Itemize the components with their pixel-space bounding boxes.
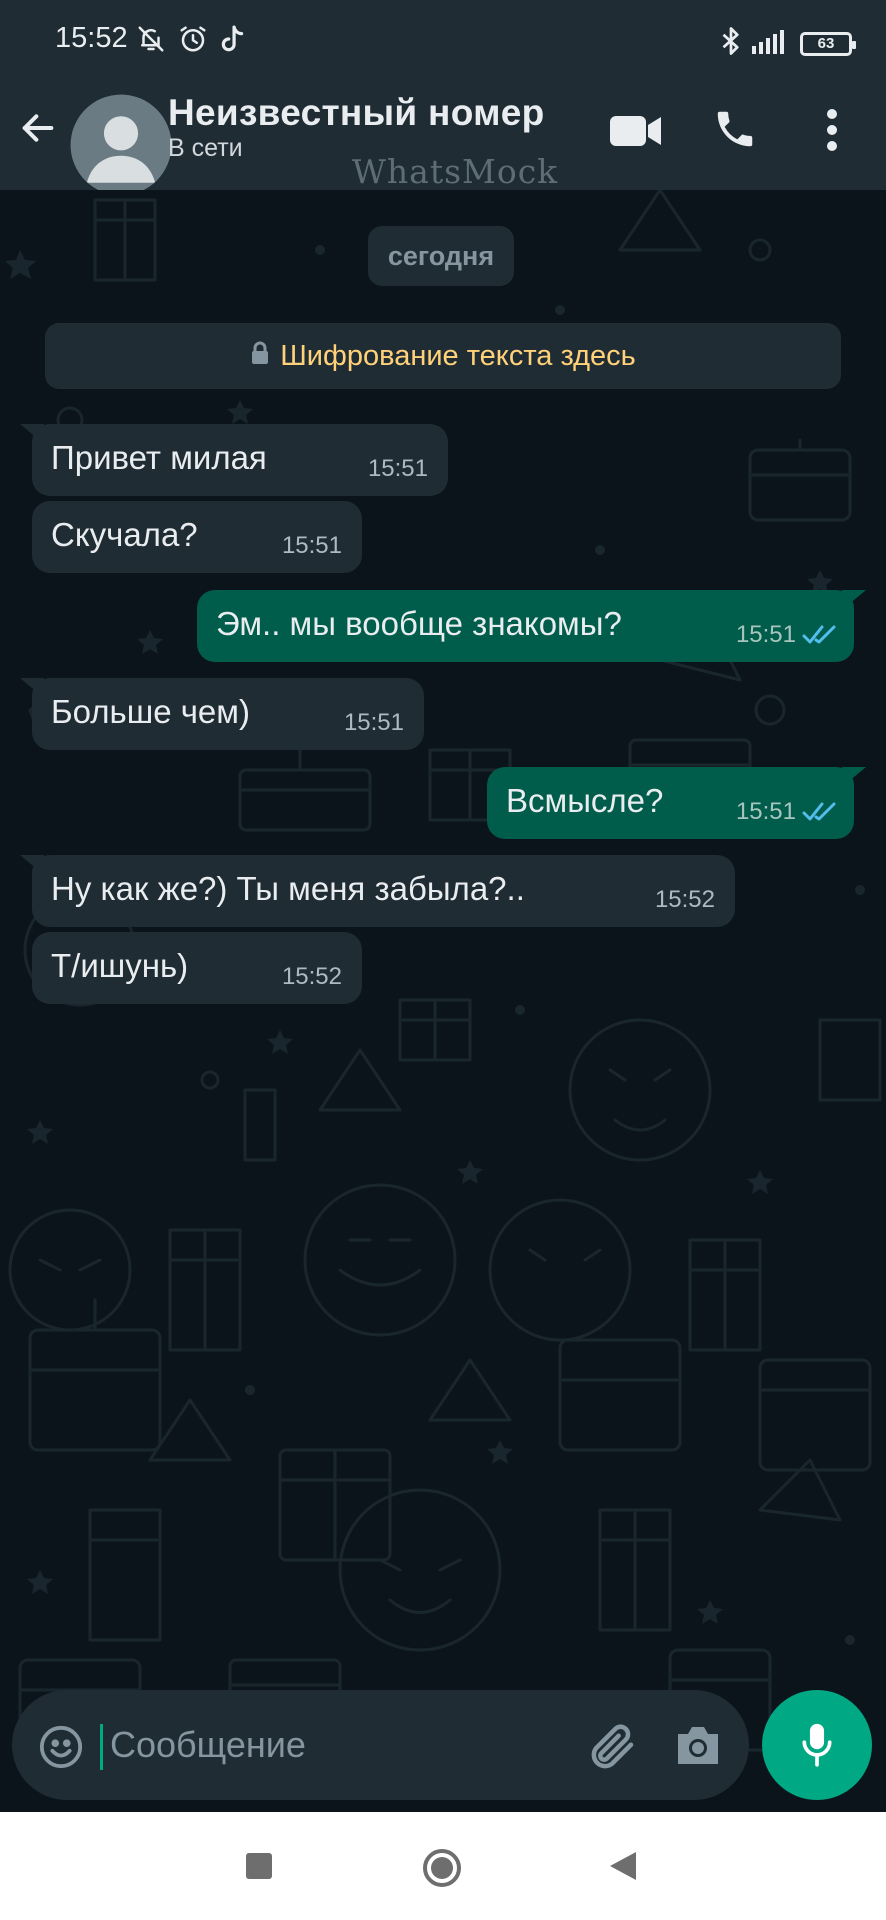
alarm-icon: [178, 24, 208, 59]
encryption-text: Шифрование текста здесь: [280, 339, 636, 372]
chat-header: Неизвестный номер В сети WhatsMock: [0, 78, 886, 196]
avatar[interactable]: [70, 94, 172, 196]
emoji-icon[interactable]: [38, 1724, 84, 1775]
attach-icon[interactable]: [586, 1720, 640, 1779]
message-time: 15:51: [735, 798, 796, 825]
lock-icon: [250, 340, 270, 373]
video-call-icon[interactable]: [608, 110, 664, 155]
message-time: 15:52: [654, 886, 715, 913]
message-text: Ну как же?) Ты меня забыла?..: [51, 870, 525, 907]
message-incoming[interactable]: Больше чем) 15:51: [20, 678, 424, 750]
read-ticks-icon: [802, 802, 836, 821]
battery-icon: 63: [800, 31, 856, 56]
contact-status: В сети: [168, 134, 243, 162]
message-time: 15:52: [281, 963, 342, 990]
message-text: Привет милая: [51, 439, 267, 476]
bubble-tail: [842, 767, 866, 787]
message-incoming[interactable]: Т/ишунь) 15:52: [32, 932, 362, 1004]
message-outgoing[interactable]: Эм.. мы вообще знакомы? 15:51: [197, 590, 866, 662]
message-text: Всмысле?: [506, 782, 664, 819]
home-icon[interactable]: [421, 1847, 463, 1894]
message-incoming[interactable]: Ну как же?) Ты меня забыла?.. 15:52: [20, 855, 735, 927]
message-input[interactable]: [98, 1712, 580, 1778]
message-text: Больше чем): [51, 693, 250, 730]
message-incoming[interactable]: Скучала? 15:51: [32, 501, 362, 573]
message-text: Скучала?: [51, 516, 198, 553]
watermark: WhatsMock: [352, 152, 559, 191]
signal-icon: [752, 28, 790, 59]
system-nav-bar: [0, 1812, 886, 1920]
bluetooth-icon: [720, 26, 742, 61]
message-time: 15:51: [735, 621, 796, 648]
bell-off-icon: [136, 24, 166, 59]
date-label: сегодня: [387, 240, 495, 271]
text-caret: [100, 1724, 103, 1770]
tiktok-icon: [220, 24, 246, 59]
bubble-tail: [842, 590, 866, 610]
message-incoming[interactable]: Привет милая 15:51: [20, 424, 448, 496]
battery-level: 63: [817, 35, 835, 52]
more-vert-icon[interactable]: [826, 108, 838, 157]
back-icon[interactable]: [608, 1850, 638, 1887]
encryption-banner[interactable]: Шифрование текста здесь: [45, 323, 841, 389]
message-time: 15:51: [367, 455, 428, 482]
bubble-tail: [20, 424, 44, 444]
recents-icon[interactable]: [246, 1853, 272, 1879]
status-icons-left: [136, 24, 246, 59]
back-arrow-icon[interactable]: [18, 108, 58, 153]
status-icons-right: 63: [720, 26, 856, 61]
message-text: Эм.. мы вообще знакомы?: [216, 605, 622, 642]
bubble-tail: [20, 855, 44, 875]
contact-name[interactable]: Неизвестный номер: [168, 92, 545, 134]
message-text: Т/ишунь): [51, 947, 189, 984]
read-ticks-icon: [802, 625, 836, 644]
bubble-tail: [20, 678, 44, 698]
message-outgoing[interactable]: Всмысле? 15:51: [487, 767, 866, 839]
mic-icon: [802, 1723, 832, 1767]
mic-button[interactable]: [762, 1690, 872, 1800]
date-chip: сегодня: [368, 226, 514, 286]
avatar-placeholder-icon: [70, 94, 172, 196]
status-bar: 15:52 63: [0, 0, 886, 78]
camera-icon[interactable]: [674, 1724, 722, 1773]
message-time: 15:51: [343, 709, 404, 736]
chat-area[interactable]: сегодня Шифрование текста здесь Привет м…: [0, 190, 886, 1810]
status-time: 15:52: [55, 22, 128, 54]
message-time: 15:51: [281, 532, 342, 559]
message-composer: [12, 1690, 749, 1800]
phone-icon[interactable]: [712, 106, 758, 157]
